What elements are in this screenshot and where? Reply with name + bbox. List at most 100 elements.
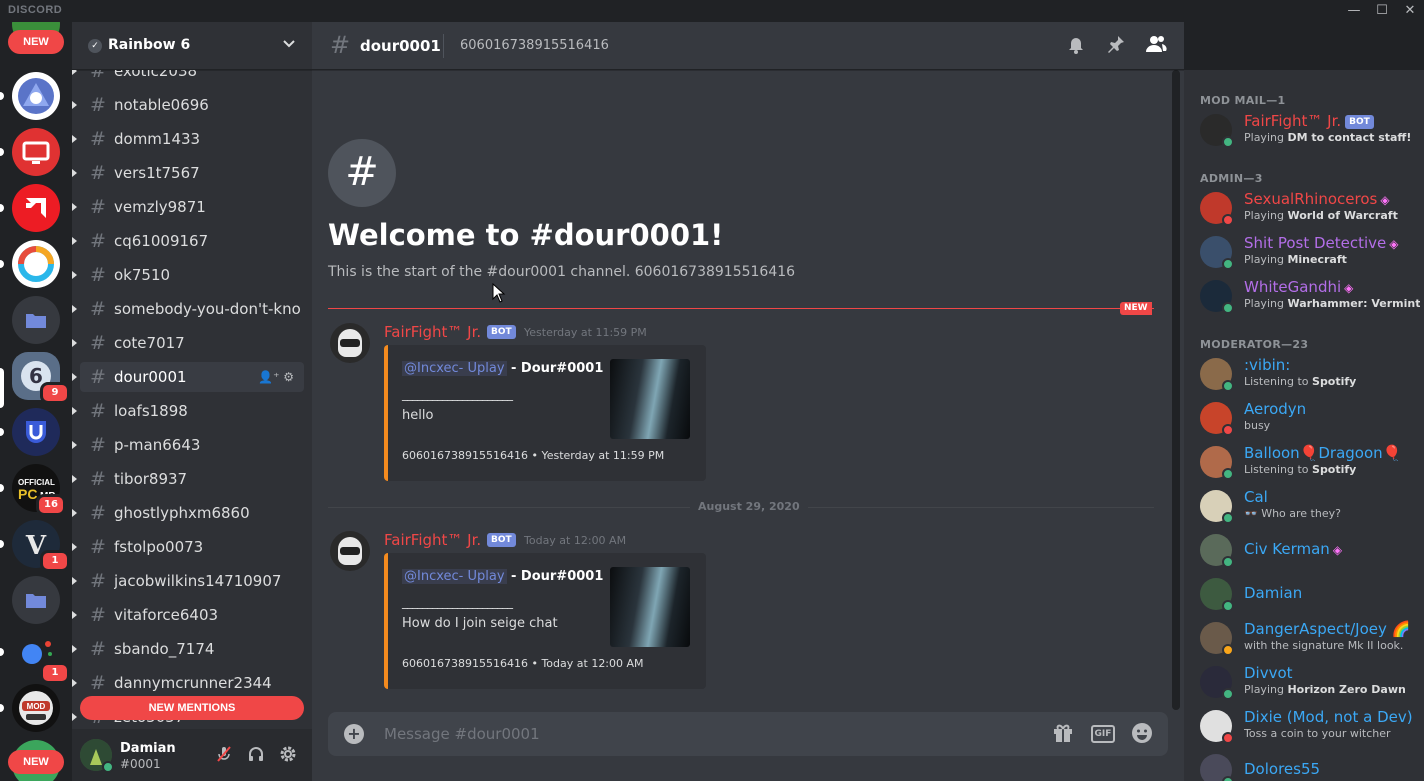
- avatar[interactable]: [330, 531, 370, 571]
- activity-name: Spotify: [1312, 375, 1357, 388]
- channel-name: vitaforce6403: [114, 606, 219, 624]
- server-folder[interactable]: [12, 296, 60, 344]
- status-indicator: [1222, 732, 1234, 744]
- channel-item[interactable]: # somebody-you-don't-kno...: [72, 294, 304, 324]
- avatar[interactable]: [330, 323, 370, 363]
- gift-icon[interactable]: [1052, 722, 1074, 751]
- server-icon[interactable]: [12, 184, 60, 232]
- channel-item[interactable]: # loafs1898: [72, 396, 304, 426]
- channel-item[interactable]: # cq61009167: [72, 226, 304, 256]
- member-item[interactable]: Civ Kerman ◈: [1192, 528, 1424, 572]
- chat-scrollbar-thumb[interactable]: [1172, 70, 1180, 710]
- verified-check-icon: ✓: [88, 39, 102, 53]
- member-item[interactable]: Aerodyn busy: [1192, 396, 1424, 440]
- channel-item[interactable]: # exotic2038: [72, 70, 304, 86]
- status-indicator: [1222, 644, 1234, 656]
- member-item[interactable]: DangerAspect/Joey 🌈 with the signature Mk…: [1192, 616, 1424, 660]
- member-name-text: FairFight™ Jr.: [1244, 112, 1342, 130]
- message-author[interactable]: FairFight™ Jr.: [384, 531, 481, 549]
- channel-item[interactable]: # vemzly9871: [72, 192, 304, 222]
- channel-item[interactable]: # ok7510: [72, 260, 304, 290]
- server-icon[interactable]: [12, 128, 60, 176]
- upload-plus-icon[interactable]: +: [344, 724, 364, 744]
- user-settings-gear-icon[interactable]: [278, 745, 298, 765]
- member-group-header: MOD MAIL—1: [1200, 94, 1286, 107]
- member-item[interactable]: WhiteGandhi◈Playing Warhammer: Verminti.…: [1192, 274, 1424, 318]
- channel-settings-gear-icon[interactable]: ⚙: [283, 370, 294, 384]
- channel-item[interactable]: # fstolpo0073: [72, 532, 304, 562]
- member-item[interactable]: :vibin: Listening to Spotify: [1192, 352, 1424, 396]
- user-mention[interactable]: @Incxec- Uplay: [402, 569, 507, 584]
- unread-indicator: [0, 92, 4, 100]
- channel-list: # exotic2038 # notable0696 # domm1433 # vers1t7…: [72, 70, 312, 729]
- member-name: WhiteGandhi ◈: [1244, 278, 1353, 296]
- member-item[interactable]: Divvot Playing Horizon Zero Dawn: [1192, 660, 1424, 704]
- channel-item[interactable]: # dour0001 👤⁺ ⚙: [72, 362, 304, 392]
- channel-item[interactable]: # sbando_7174: [72, 634, 304, 664]
- activity-prefix: Listening to: [1244, 463, 1313, 476]
- text-channel-hash-icon: #: [90, 570, 106, 592]
- emoji-smiley-icon[interactable]: [1131, 722, 1153, 751]
- minimize-button[interactable]: —: [1342, 2, 1366, 20]
- member-name: :vibin:: [1244, 356, 1290, 374]
- unread-caret-icon: [72, 713, 77, 721]
- channel-item[interactable]: # dannymcrunner2344: [72, 668, 304, 698]
- member-item[interactable]: Cal 👓 Who are they?: [1192, 484, 1424, 528]
- channel-item[interactable]: # notable0696: [72, 90, 304, 120]
- server-booster-gem-icon: ◈: [1389, 237, 1399, 251]
- member-name: DangerAspect/Joey 🌈: [1244, 620, 1410, 638]
- embed-thumbnail[interactable]: [610, 567, 690, 647]
- member-item[interactable]: Balloon🎈Dragoon🎈 Listening to Spotify: [1192, 440, 1424, 484]
- member-item[interactable]: Dolores55: [1192, 748, 1424, 781]
- member-item[interactable]: FairFight™ Jr. BOT Playing DM to contact s…: [1192, 108, 1424, 152]
- server-folder[interactable]: [12, 576, 60, 624]
- server-header[interactable]: ✓ Rainbow 6: [72, 22, 312, 70]
- notification-bell-icon[interactable]: [1064, 34, 1088, 58]
- headphones-icon[interactable]: [246, 745, 266, 765]
- chat-scrollbar-track[interactable]: [1172, 70, 1180, 710]
- member-custom-status: with the signature Mk II look.: [1244, 639, 1404, 652]
- unread-caret-icon: [72, 271, 77, 279]
- channel-item[interactable]: # domm1433: [72, 124, 304, 154]
- new-mentions-bar[interactable]: NEW MENTIONS: [80, 696, 304, 720]
- channel-name: ok7510: [114, 266, 171, 284]
- channel-item[interactable]: # tibor8937: [72, 464, 304, 494]
- text-channel-hash-icon: #: [90, 70, 106, 82]
- member-item[interactable]: Damian: [1192, 572, 1424, 616]
- channel-item[interactable]: # cote7017: [72, 328, 304, 358]
- channel-name: domm1433: [114, 130, 201, 148]
- channel-item[interactable]: # jacobwilkins14710907: [72, 566, 304, 596]
- embed-author: - Dour#0001: [511, 569, 604, 584]
- mention-badge: 1: [40, 662, 70, 684]
- channel-item[interactable]: # vitaforce6403: [72, 600, 304, 630]
- channel-item[interactable]: # p-man6643: [72, 430, 304, 460]
- user-mention[interactable]: @Incxec- Uplay: [402, 361, 507, 376]
- member-item[interactable]: Shit Post Detective ◈ Playing Minecraft: [1192, 230, 1424, 274]
- server-icon[interactable]: MOD: [12, 684, 60, 732]
- server-icon[interactable]: [12, 72, 60, 120]
- close-window-button[interactable]: ✕: [1398, 2, 1422, 20]
- message-input[interactable]: [384, 722, 1034, 746]
- member-activity: Playing DM to contact staff!: [1244, 131, 1411, 144]
- server-booster-gem-icon: ◈: [1344, 281, 1354, 295]
- maximize-button[interactable]: ☐: [1370, 2, 1394, 20]
- server-icon[interactable]: [12, 240, 60, 288]
- text-channel-hash-icon: #: [90, 332, 106, 354]
- channel-item[interactable]: # ghostlyphxm6860: [72, 498, 304, 528]
- mute-microphone-icon[interactable]: [214, 745, 234, 765]
- chevron-down-icon[interactable]: [282, 36, 296, 54]
- member-list-icon[interactable]: [1144, 34, 1168, 58]
- member-name-text: :vibin:: [1244, 356, 1291, 374]
- invite-member-icon[interactable]: 👤⁺: [258, 370, 279, 384]
- folder-icon: [26, 594, 46, 608]
- new-unread-pill[interactable]: NEW: [8, 750, 64, 774]
- member-item[interactable]: SexualRhinoceros ◈ Playing World of Warcra…: [1192, 186, 1424, 230]
- server-icon[interactable]: [12, 408, 60, 456]
- embed-thumbnail[interactable]: [610, 359, 690, 439]
- member-item[interactable]: Dixie (Mod, not a Dev) Toss a coin to you…: [1192, 704, 1424, 748]
- new-unread-pill[interactable]: NEW: [8, 30, 64, 54]
- gif-button[interactable]: GIF: [1091, 725, 1115, 743]
- message-author[interactable]: FairFight™ Jr.: [384, 323, 481, 341]
- channel-item[interactable]: # vers1t7567: [72, 158, 304, 188]
- pin-icon[interactable]: [1104, 34, 1128, 58]
